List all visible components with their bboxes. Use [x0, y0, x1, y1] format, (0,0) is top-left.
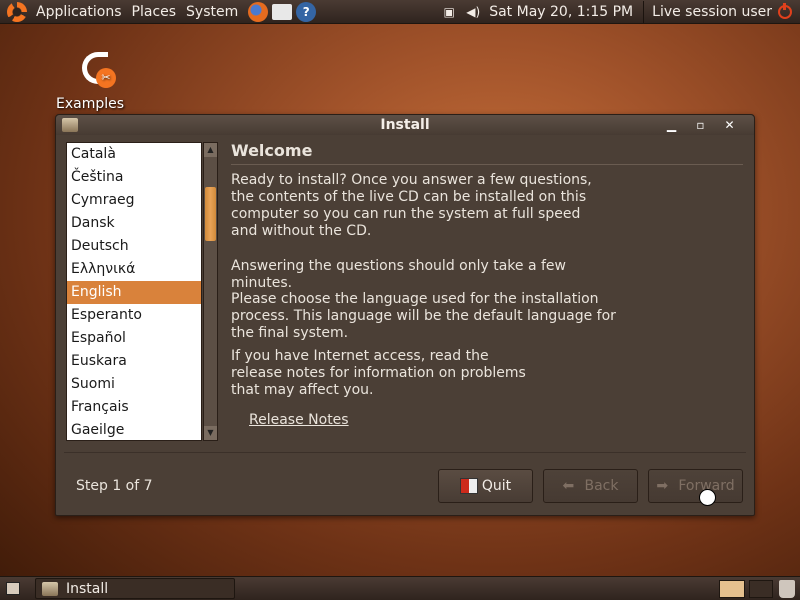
language-item[interactable]: Suomi — [67, 373, 201, 396]
release-notes-link[interactable]: Release Notes — [249, 412, 349, 428]
scroll-down-icon[interactable]: ▼ — [204, 426, 217, 440]
back-arrow-icon: ⬅ — [562, 478, 575, 494]
examples-icon: ✂ — [70, 48, 116, 92]
language-item[interactable]: Español — [67, 327, 201, 350]
trash-icon[interactable] — [779, 580, 795, 598]
ubuntu-logo-icon[interactable] — [7, 1, 27, 22]
language-list[interactable]: Català Čeština Cymraeg Dansk Deutsch Ελληνικά… — [66, 142, 202, 441]
forward-arrow-icon: ➡ — [656, 478, 669, 494]
panel-separator — [643, 1, 645, 23]
desktop-icon-examples[interactable]: ✂ Examples — [55, 48, 125, 112]
back-label: Back — [584, 478, 619, 494]
language-item[interactable]: Esperanto — [67, 304, 201, 327]
quit-button[interactable]: Quit — [438, 469, 533, 503]
help-icon[interactable]: ? — [296, 1, 317, 22]
scroll-thumb[interactable] — [205, 187, 216, 241]
mail-icon[interactable] — [272, 3, 293, 20]
language-item[interactable]: Cymraeg — [67, 189, 201, 212]
desktop-icon-label: Examples — [55, 96, 125, 112]
footer-divider — [64, 452, 746, 453]
language-item[interactable]: Ελληνικά — [67, 258, 201, 281]
taskbar-label: Install — [66, 580, 109, 597]
workspace-2[interactable] — [749, 580, 773, 598]
minimize-button[interactable]: ▁ — [657, 115, 686, 135]
language-item[interactable]: Gaeilge — [67, 419, 201, 442]
install-window: Install ▁ ▫ ✕ Català Čeština Cymraeg Dansk D… — [55, 114, 755, 516]
duration-paragraph: Answering the questions should only take… — [231, 258, 566, 291]
language-item[interactable]: Français — [67, 396, 201, 419]
taskbar-install[interactable]: Install — [35, 578, 235, 599]
language-item[interactable]: Euskara — [67, 350, 201, 373]
window-titlebar[interactable]: Install ▁ ▫ ✕ — [56, 115, 754, 135]
menu-places[interactable]: Places — [132, 4, 177, 20]
welcome-heading: Welcome — [231, 141, 313, 160]
language-item[interactable]: English — [67, 281, 201, 304]
panel-tray: ▣ ◀) Sat May 20, 1:15 PM Live session us… — [441, 0, 800, 24]
scroll-up-icon[interactable]: ▲ — [204, 143, 217, 157]
installer-task-icon — [42, 581, 58, 596]
release-notes-paragraph: If you have Internet access, read the re… — [231, 348, 526, 398]
shutdown-icon[interactable] — [778, 3, 792, 19]
bottom-panel: Install — [0, 576, 800, 600]
menu-applications[interactable]: Applications — [36, 4, 122, 20]
volume-icon[interactable]: ◀) — [465, 5, 481, 19]
clock[interactable]: Sat May 20, 1:15 PM — [489, 4, 633, 20]
window-title: Install — [380, 117, 430, 133]
close-button[interactable]: ✕ — [715, 115, 744, 135]
quit-label: Quit — [481, 478, 512, 494]
language-scrollbar[interactable]: ▲ ▼ — [203, 142, 218, 441]
forward-button[interactable]: ➡ Forward — [648, 469, 743, 503]
language-item[interactable]: Dansk — [67, 212, 201, 235]
network-icon[interactable]: ▣ — [441, 5, 457, 19]
language-item[interactable]: Čeština — [67, 166, 201, 189]
back-button[interactable]: ⬅ Back — [543, 469, 638, 503]
firefox-icon[interactable] — [248, 1, 269, 22]
busy-cursor-icon — [699, 489, 716, 506]
show-desktop-icon[interactable] — [6, 582, 20, 595]
language-item[interactable]: Deutsch — [67, 235, 201, 258]
language-item[interactable]: Català — [67, 143, 201, 166]
top-panel: Applications Places System ? ▣ ◀) Sat Ma… — [0, 0, 800, 24]
workspace-1[interactable] — [719, 580, 745, 598]
language-paragraph: Please choose the language used for the … — [231, 291, 616, 341]
heading-divider — [231, 164, 743, 165]
menu-system[interactable]: System — [186, 4, 238, 20]
step-indicator: Step 1 of 7 — [76, 478, 153, 494]
session-user[interactable]: Live session user — [652, 4, 772, 20]
quit-icon — [459, 478, 478, 494]
intro-paragraph: Ready to install? Once you answer a few … — [231, 172, 592, 239]
maximize-button[interactable]: ▫ — [686, 115, 715, 135]
